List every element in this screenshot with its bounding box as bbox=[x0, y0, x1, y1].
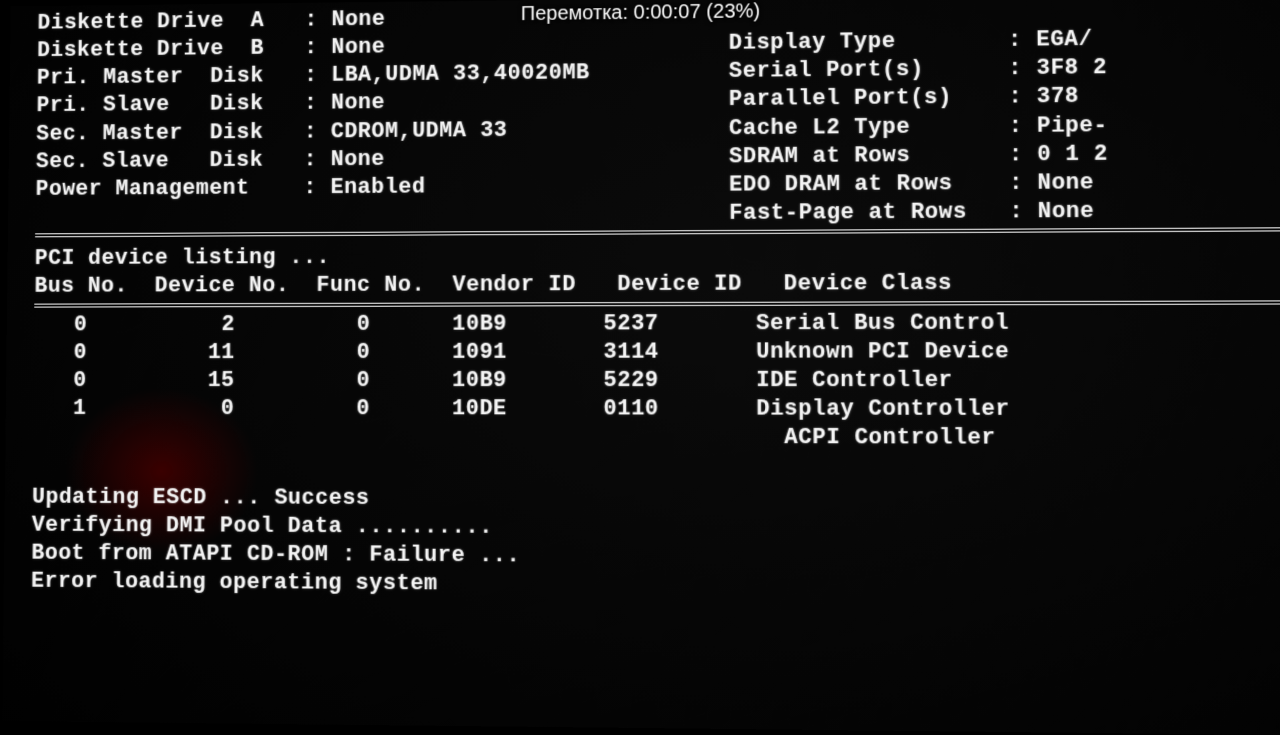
system-summary: Diskette Drive A : NoneDiskette Drive B … bbox=[35, 0, 1280, 232]
boot-status: Updating ESCD ... SuccessVerifying DMI P… bbox=[31, 451, 1280, 605]
playback-overlay: Перемотка: 0:00:07 (23%) bbox=[521, 0, 760, 28]
status-line: Error loading operating system bbox=[31, 568, 1280, 605]
pci-columns: Bus No. Device No. Func No. Vendor ID De… bbox=[34, 269, 1280, 301]
pci-listing: PCI device listing ... Bus No. Device No… bbox=[33, 236, 1280, 454]
separator bbox=[34, 300, 1280, 307]
pci-row: 0 15 0 10B9 5229 IDE Controller bbox=[33, 366, 1280, 395]
pci-row: 1 0 0 10DE 0110 Display Controller bbox=[33, 395, 1280, 425]
pci-rows: 0 2 0 10B9 5237 Serial Bus Control 0 11 … bbox=[33, 308, 1280, 454]
bios-post-screen: Diskette Drive A : NoneDiskette Drive B … bbox=[31, 0, 1280, 605]
pci-heading: PCI device listing ... bbox=[35, 240, 1280, 274]
pci-row: 0 11 0 1091 3114 Unknown PCI Device bbox=[34, 337, 1280, 367]
pci-row: ACPI Controller bbox=[33, 423, 1280, 454]
pci-row: 0 2 0 10B9 5237 Serial Bus Control bbox=[34, 308, 1280, 339]
